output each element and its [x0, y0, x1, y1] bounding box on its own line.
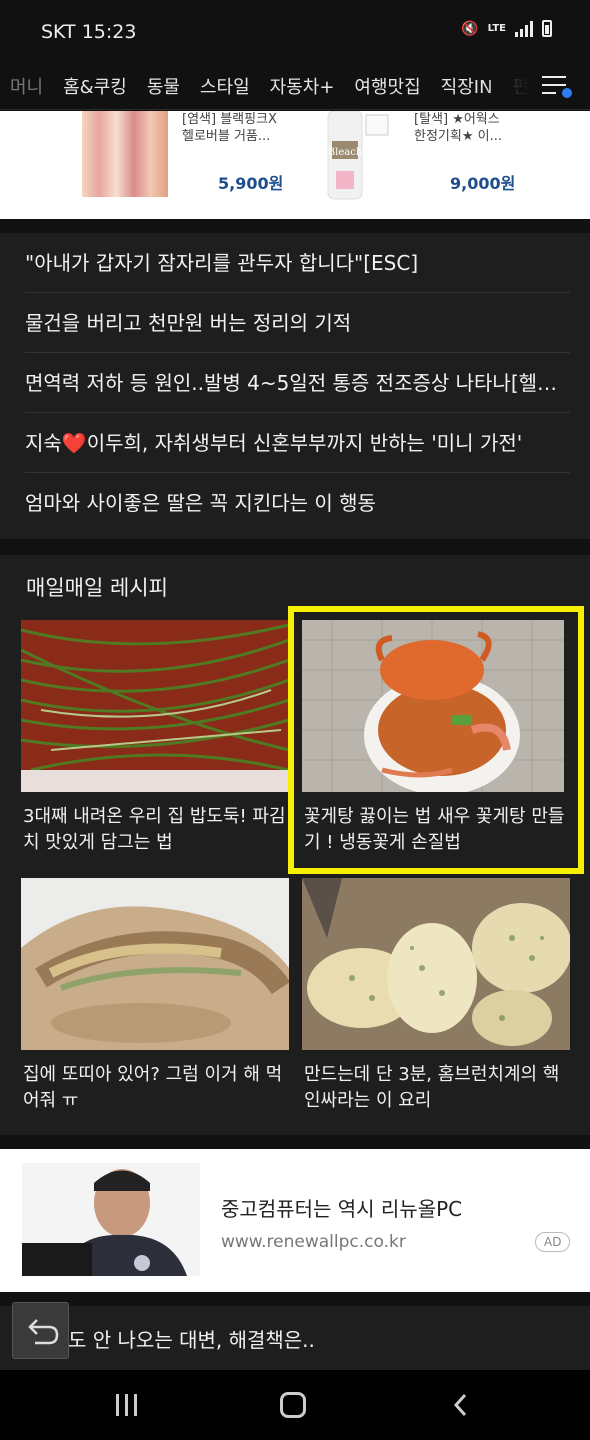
headline-item[interactable]: 면역력 저하 등 원인..발병 4~5일전 통증 전조증상 나타나[헬스...	[25, 353, 570, 413]
lte-icon: LTE	[487, 23, 506, 34]
recipe-card[interactable]: 만드는데 단 3분, 홈브런치계의 핵인싸라는 이 요리	[302, 878, 570, 1118]
section-title: 매일매일 레시피	[26, 576, 168, 600]
product-name: [탈색] ★어웍스 한정기획★ 이...	[414, 112, 502, 144]
recipe-image-tortilla-wrap	[21, 878, 289, 1050]
status-bar: SKT 15:23 🔇 LTE	[0, 0, 590, 62]
product-name: [염색] 블랙핑크X 헬로버블 거품...	[182, 112, 277, 144]
svg-text:Bleach: Bleach	[328, 147, 363, 158]
mute-icon: 🔇	[461, 20, 479, 37]
tab-cars[interactable]: 자동차+	[270, 73, 335, 99]
recipe-card[interactable]: 3대째 내려온 우리 집 밥도둑! 파김치 맛있게 담그는 법	[21, 620, 289, 860]
headline-item[interactable]: "아내가 갑자기 잠자리를 관두자 합니다"[ESC]	[25, 233, 570, 293]
recipe-caption: 3대째 내려온 우리 집 밥도둑! 파김치 맛있게 담그는 법	[23, 806, 286, 853]
battery-icon	[542, 20, 552, 37]
back-button[interactable]	[450, 1393, 474, 1417]
menu-notification-icon[interactable]	[540, 74, 572, 98]
tab-money[interactable]: 머니	[10, 73, 43, 99]
recipe-image-green-onion-kimchi	[21, 620, 289, 792]
ad-url: www.renewallpc.co.kr	[221, 1232, 406, 1252]
tab-animals[interactable]: 동물	[147, 73, 180, 99]
recipe-caption: 집에 또띠아 있어? 그럼 이거 해 먹어줘 ㅠ	[23, 1064, 283, 1111]
headline-item[interactable]: 지숙❤️이두희, 자취생부터 신혼부부까지 반하는 '미니 가전'	[25, 413, 570, 473]
headline-list: "아내가 갑자기 잠자리를 관두자 합니다"[ESC] 물건을 버리고 천만원 …	[0, 233, 590, 539]
product-price: 5,900원	[218, 174, 284, 193]
recipe-caption: 꽃게탕 끓이는 법 새우 꽃게탕 만들기 ! 냉동꽃게 손질법	[304, 806, 565, 853]
undo-icon	[28, 1319, 59, 1345]
article-item[interactable]: 도 안 나오는 대변, 해결책은..	[0, 1306, 590, 1370]
product-card[interactable]: Bleach [탈색] ★어웍스 한정기획★ 이... 9,000원	[322, 111, 532, 219]
headline-item[interactable]: 엄마와 사이좋은 딸은 꼭 지킨다는 이 행동	[25, 473, 570, 533]
recent-apps-button[interactable]	[116, 1394, 137, 1416]
product-card[interactable]: [염색] 블랙핑크X 헬로버블 거품... 5,900원	[82, 111, 292, 219]
ad-badge: AD	[535, 1232, 571, 1252]
nav-fade	[482, 62, 542, 109]
article-title: 도 안 나오는 대변, 해결책은..	[68, 1328, 315, 1352]
undo-back-button[interactable]	[12, 1302, 69, 1359]
recipe-image-crab-stew	[302, 620, 570, 792]
ad-text: 중고컴퓨터는 역시 리뉴올PC	[221, 1197, 463, 1221]
recipe-card-highlighted[interactable]: 꽃게탕 끓이는 법 새우 꽃게탕 만들기 ! 냉동꽃게 손질법	[288, 606, 584, 874]
system-navigation-bar	[0, 1370, 590, 1440]
recipe-section: 매일매일 레시피 3대째 내려온 우리 집 밥도둑! 파김치 맛있게 담그는 법	[0, 555, 590, 1135]
category-nav: 머니 홈&쿠킹 동물 스타일 자동차+ 여행맛집 직장IN 펀	[0, 62, 590, 110]
recipe-caption: 만드는데 단 3분, 홈브런치계의 핵인싸라는 이 요리	[304, 1064, 560, 1111]
status-icons: 🔇 LTE	[461, 20, 552, 37]
recipe-card[interactable]: 집에 또띠아 있어? 그럼 이거 해 먹어줘 ㅠ	[21, 878, 289, 1118]
product-strip: [염색] 블랙핑크X 헬로버블 거품... 5,900원 Bleach [탈색]…	[0, 111, 590, 219]
headline-item[interactable]: 물건을 버리고 천만원 버는 정리의 기적	[25, 293, 570, 353]
signal-icon	[515, 20, 533, 37]
ad-banner[interactable]: 중고컴퓨터는 역시 리뉴올PC www.renewallpc.co.kr AD	[0, 1149, 590, 1292]
ad-image-man-with-computer	[22, 1163, 200, 1276]
tab-travel-food[interactable]: 여행맛집	[354, 73, 420, 99]
product-image-hair-dye	[82, 111, 168, 197]
home-button[interactable]	[280, 1392, 306, 1418]
tab-style[interactable]: 스타일	[200, 73, 250, 99]
recipe-image-herb-butter	[302, 878, 570, 1050]
product-price: 9,000원	[450, 174, 516, 193]
product-image-bleach: Bleach	[322, 111, 392, 200]
carrier-time: SKT 15:23	[41, 21, 137, 43]
tab-home-cooking[interactable]: 홈&쿠킹	[63, 73, 127, 99]
